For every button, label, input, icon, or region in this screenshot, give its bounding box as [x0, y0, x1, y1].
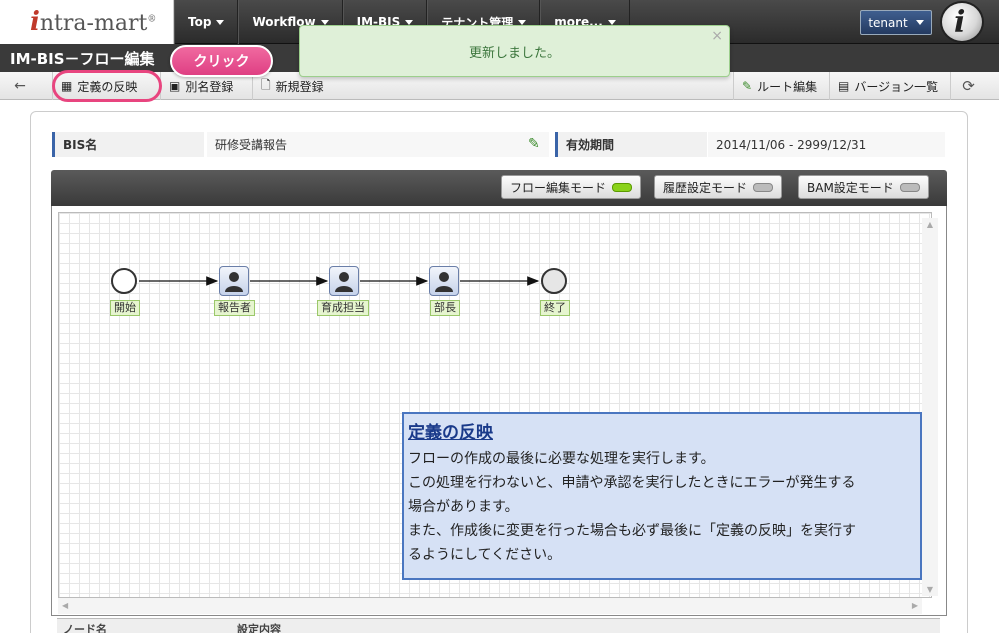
node-settings-table-header: ノード名 設定内容 — [57, 618, 940, 633]
node-label: 終了 — [540, 300, 570, 316]
end-node[interactable] — [541, 268, 567, 294]
tooltip-line: 場合があります。 — [408, 499, 519, 515]
tooltip-title: 定義の反映 — [408, 423, 493, 443]
node-label: 開始 — [110, 300, 140, 316]
tooltip-line: フローの作成の最後に必要な処理を実行します。 — [408, 451, 715, 467]
node-label: 報告者 — [214, 300, 255, 316]
user-node[interactable] — [219, 266, 249, 296]
node-label: 部長 — [430, 300, 460, 316]
node-label: 育成担当 — [317, 300, 369, 316]
explanation-tooltip: 定義の反映 フローの作成の最後に必要な処理を実行します。 この処理を行わないと、… — [402, 412, 922, 580]
column-header-settings: 設定内容 — [237, 623, 281, 633]
column-header-node-name: ノード名 — [63, 623, 107, 633]
person-icon — [225, 272, 243, 292]
tooltip-line: この処理を行わないと、申請や承認を実行したときにエラーが発生する — [408, 475, 856, 491]
tooltip-line: るようにしてください。 — [408, 547, 562, 563]
tooltip-line: また、作成後に変更を行った場合も必ず最後に「定義の反映」を実行す — [408, 523, 856, 539]
start-node[interactable] — [111, 268, 137, 294]
user-node[interactable] — [429, 266, 459, 296]
person-icon — [335, 272, 353, 292]
user-node[interactable] — [329, 266, 359, 296]
person-icon — [435, 272, 453, 292]
